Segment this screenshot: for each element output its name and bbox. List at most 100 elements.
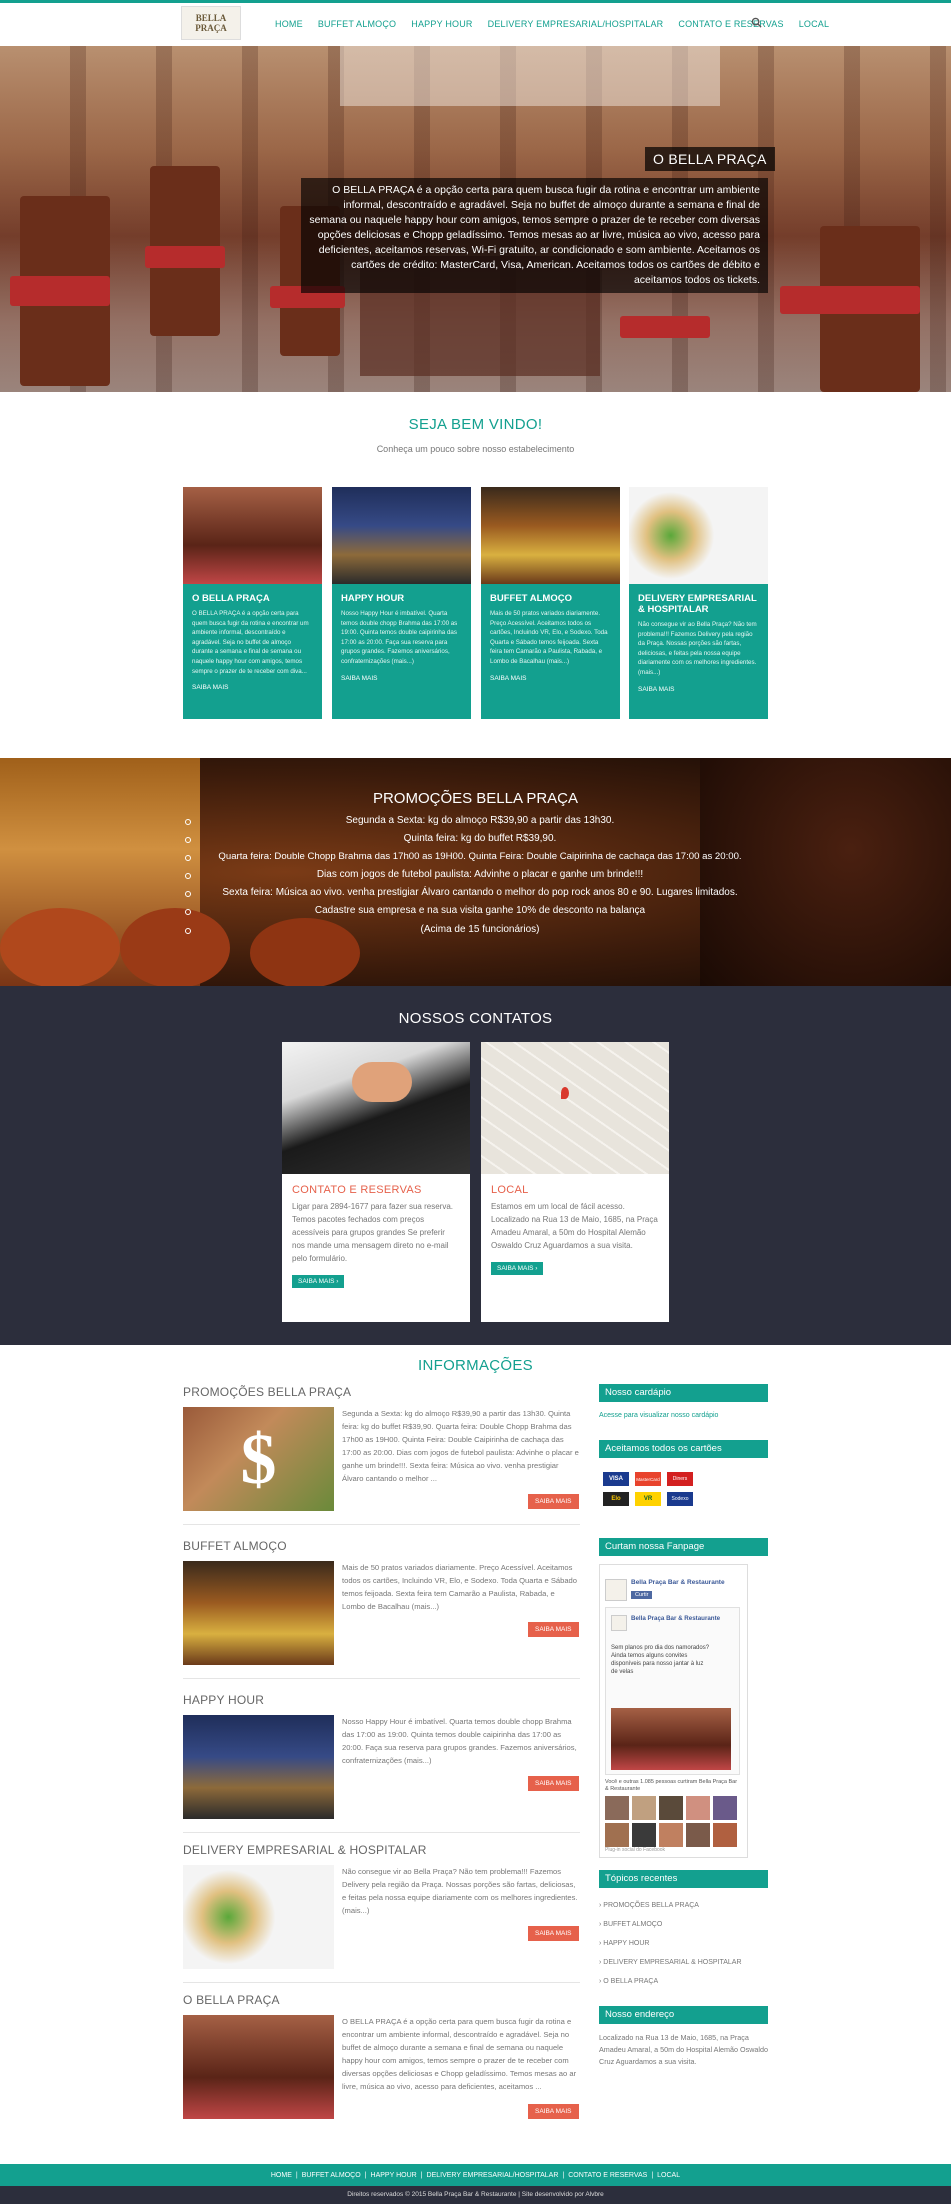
fb-plugin-label: Plug-in social do Facebook (605, 1847, 666, 1853)
dollar-photo: $ (183, 1407, 334, 1511)
nav-home[interactable]: HOME (275, 19, 303, 29)
contact-card-text: Ligar para 2894-1677 para fazer sua rese… (292, 1202, 453, 1263)
contact-more-button[interactable]: SAIBA MAIS › (491, 1262, 544, 1275)
contact-card-reservas[interactable]: CONTATO E RESERVAS Ligar para 2894-1677 … (282, 1042, 470, 1322)
card-title: HAPPY HOUR (341, 593, 405, 604)
fb-likes-text: Você e outras 1.085 pessoas curtiram Bel… (605, 1779, 738, 1792)
fb-like-button[interactable]: Curtir (631, 1591, 653, 1599)
welcome-subtitle: Conheça um pouco sobre nosso estabelecim… (376, 444, 575, 454)
card-more-link[interactable]: SAIBA MAIS (490, 675, 611, 682)
cardapio-link[interactable]: Acesse para visualizar nosso cardápio (599, 1412, 718, 1419)
post-text: Mais de 50 pratos variados diariamente. … (342, 1563, 577, 1611)
widget-title-cardapio: Nosso cardápio (599, 1384, 768, 1402)
fb-fans-grid (605, 1796, 740, 1847)
nav-contact[interactable]: CONTATO E RESERVAS (678, 19, 783, 29)
recent-posts-list: › PROMOÇÕES BELLA PRAÇA › BUFFET ALMOÇO … (599, 1896, 742, 1991)
recent-post-link[interactable]: › DELIVERY EMPRESARIAL & HOSPITALAR (599, 1953, 742, 1972)
contact-card-title: LOCAL (491, 1184, 529, 1196)
post-title[interactable]: BUFFET ALMOÇO (183, 1539, 287, 1553)
mastercard-icon: MasterCard (635, 1472, 661, 1486)
footer-link-contact[interactable]: CONTATO E RESERVAS (568, 2172, 647, 2179)
contact-card-text: Estamos em um local de fácil acesso. Loc… (491, 1202, 658, 1250)
promo-list: Segunda a Sexta: kg do almoço R$39,90 a … (180, 812, 780, 939)
fb-post-name[interactable]: Bella Praça Bar & Restaurante (631, 1615, 731, 1623)
welcome-title: SEJA BEM VINDO! (408, 416, 543, 433)
vr-icon: VR (635, 1492, 661, 1506)
logo-text: BELLA PRAÇA (195, 13, 227, 33)
contact-more-button[interactable]: SAIBA MAIS › (292, 1275, 345, 1288)
contacts-section (0, 986, 951, 1345)
widget-title-recent: Tópicos recentes (599, 1870, 768, 1888)
divider (183, 1524, 580, 1525)
card-title: DELIVERY EMPRESARIAL & HOSPITALAR (638, 593, 757, 615)
recent-post-link[interactable]: › O BELLA PRAÇA (599, 1972, 742, 1991)
card-text: Mais de 50 pratos variados diariamente. … (490, 610, 608, 665)
contact-card-local[interactable]: LOCAL Estamos em um local de fácil acess… (481, 1042, 669, 1322)
fb-page-avatar (605, 1579, 627, 1601)
promo-item: Quinta feira: kg do buffet R$39,90. (180, 830, 780, 848)
recent-post-link[interactable]: › PROMOÇÕES BELLA PRAÇA (599, 1896, 742, 1915)
recent-post-link[interactable]: › BUFFET ALMOÇO (599, 1915, 742, 1934)
promo-item: Dias com jogos de futebol paulista: Advi… (180, 866, 780, 884)
footer-link-buffet[interactable]: BUFFET ALMOÇO (302, 2172, 361, 2179)
card-photo (183, 487, 322, 584)
hero-text: O BELLA PRAÇA é a opção certa para quem … (301, 178, 768, 293)
nav-happy-hour[interactable]: HAPPY HOUR (411, 19, 472, 29)
card-text: Nosso Happy Hour é imbatível. Quarta tem… (341, 610, 458, 665)
widget-title-cards: Aceitamos todos os cartões (599, 1440, 768, 1458)
card-photo (481, 487, 620, 584)
card-more-link[interactable]: SAIBA MAIS (638, 686, 759, 693)
post-more-button[interactable]: SAIBA MAIS (528, 2104, 579, 2119)
happy-hour-photo (183, 1715, 334, 1819)
promo-item: Segunda a Sexta: kg do almoço R$39,90 a … (180, 812, 780, 830)
elo-icon: Elo (603, 1492, 629, 1506)
nav-local[interactable]: LOCAL (799, 19, 830, 29)
footer-link-local[interactable]: LOCAL (657, 2172, 680, 2179)
footer-link-home[interactable]: HOME (271, 2172, 292, 2179)
divider (183, 1982, 580, 1983)
feature-card-buffet[interactable]: BUFFET ALMOÇO Mais de 50 pratos variados… (481, 487, 620, 719)
feature-card-bella[interactable]: O BELLA PRAÇA O BELLA PRAÇA é a opção ce… (183, 487, 322, 719)
card-photo (629, 487, 768, 584)
nav-buffet[interactable]: BUFFET ALMOÇO (318, 19, 396, 29)
info-title: INFORMAÇÕES (418, 1357, 533, 1374)
post-title[interactable]: HAPPY HOUR (183, 1693, 264, 1707)
divider (183, 1678, 580, 1679)
recent-post-link[interactable]: › HAPPY HOUR (599, 1934, 742, 1953)
post-text: Não consegue vir ao Bella Praça? Não tem… (342, 1867, 578, 1915)
promo-item: Sexta feira: Música ao vivo. venha prest… (180, 884, 780, 902)
post-more-button[interactable]: SAIBA MAIS (528, 1776, 579, 1791)
search-icon[interactable] (751, 17, 762, 28)
post-title[interactable]: DELIVERY EMPRESARIAL & HOSPITALAR (183, 1843, 427, 1857)
contacts-title: NOSSOS CONTATOS (398, 1010, 553, 1027)
post-more-button[interactable]: SAIBA MAIS (528, 1926, 579, 1941)
site-logo[interactable]: BELLA PRAÇA (181, 6, 241, 40)
post-title[interactable]: O BELLA PRAÇA (183, 1993, 280, 2007)
nav-delivery[interactable]: DELIVERY EMPRESARIAL/HOSPITALAR (488, 19, 664, 29)
post-more-button[interactable]: SAIBA MAIS (528, 1622, 579, 1637)
footer-link-happy-hour[interactable]: HAPPY HOUR (371, 2172, 417, 2179)
post-text: O BELLA PRAÇA é a opção certa para quem … (342, 2017, 577, 2091)
post-text: Nosso Happy Hour é imbatível. Quarta tem… (342, 1717, 577, 1765)
promo-title: PROMOÇÕES BELLA PRAÇA (372, 790, 579, 807)
diners-icon: Diners (667, 1472, 693, 1486)
footer-copyright: Direitos reservados © 2015 Bella Praça B… (0, 2186, 951, 2204)
facebook-widget[interactable]: Bella Praça Bar & Restaurante Curtir Bel… (599, 1564, 748, 1858)
fb-page-name[interactable]: Bella Praça Bar & Restaurante (631, 1579, 725, 1586)
card-more-link[interactable]: SAIBA MAIS (192, 684, 313, 691)
feature-card-happy-hour[interactable]: HAPPY HOUR Nosso Happy Hour é imbatível.… (332, 487, 471, 719)
delivery-photo (183, 1865, 334, 1969)
post-title[interactable]: PROMOÇÕES BELLA PRAÇA (183, 1385, 351, 1399)
feature-card-delivery[interactable]: DELIVERY EMPRESARIAL & HOSPITALAR Não co… (629, 487, 768, 719)
address-text: Localizado na Rua 13 de Maio, 1685, na P… (599, 2033, 768, 2066)
card-text: O BELLA PRAÇA é a opção certa para quem … (192, 610, 309, 675)
card-more-link[interactable]: SAIBA MAIS (341, 675, 462, 682)
buffet-photo (183, 1561, 334, 1665)
promo-item: (Acima de 15 funcionários) (180, 921, 780, 939)
fb-post-avatar (611, 1615, 627, 1631)
footer-link-delivery[interactable]: DELIVERY EMPRESARIAL/HOSPITALAR (427, 2172, 559, 2179)
card-title: O BELLA PRAÇA (192, 593, 270, 604)
promo-item: Quarta feira: Double Chopp Brahma das 17… (180, 848, 780, 866)
card-photo (332, 487, 471, 584)
post-more-button[interactable]: SAIBA MAIS (528, 1494, 579, 1509)
